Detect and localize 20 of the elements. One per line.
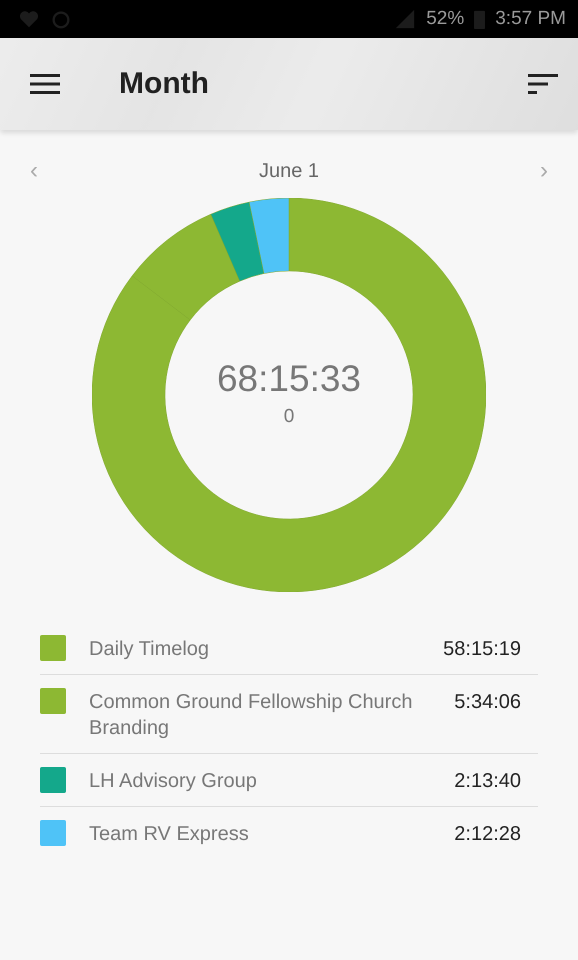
previous-button[interactable]: ‹ xyxy=(22,157,46,185)
project-time: 2:12:28 xyxy=(454,822,521,847)
project-time: 58:15:19 xyxy=(443,637,521,662)
date-label: June 1 xyxy=(258,160,320,182)
sort-icon[interactable] xyxy=(528,74,558,94)
total-time: 68:15:33 xyxy=(216,358,362,400)
project-name: LH Advisory Group xyxy=(89,769,258,794)
project-time: 2:13:40 xyxy=(454,769,521,794)
next-button[interactable]: › xyxy=(532,157,556,185)
signal-icon xyxy=(394,8,416,30)
clock: 3:57 PM xyxy=(495,8,566,30)
entry-count: 0 xyxy=(284,406,294,428)
project-name: Daily Timelog xyxy=(89,637,210,662)
screen-title: Month xyxy=(119,67,209,101)
battery-icon xyxy=(474,9,486,29)
battery-level: 52% xyxy=(426,8,464,30)
menu-icon[interactable] xyxy=(30,74,60,94)
project-name: Team RV Express xyxy=(89,822,250,847)
project-name: Common Ground Fellowship Church Branding xyxy=(89,690,414,741)
project-time: 5:34:06 xyxy=(454,690,521,715)
